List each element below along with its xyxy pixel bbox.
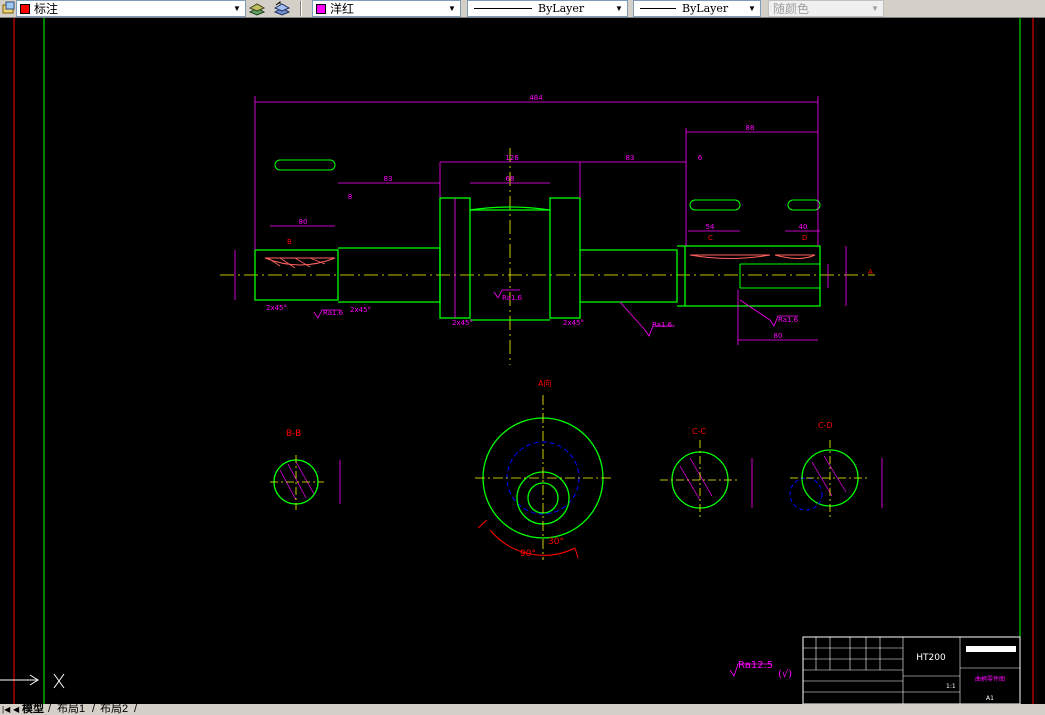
roughness-label-4: Ra1.6 <box>778 316 799 324</box>
section-cc-view: C-C <box>660 427 753 520</box>
roughness-label-3: Ra1.6 <box>652 321 673 329</box>
linetype-preview <box>474 8 532 9</box>
dim-gap-right: 6 <box>698 154 703 162</box>
roughness-label-2: Ra1.6 <box>502 294 523 302</box>
dim-seg-right: 83 <box>626 154 635 162</box>
ucs-icon <box>0 673 65 689</box>
view-marker-a: A <box>868 268 873 276</box>
dim-key-right-2: 40 <box>799 223 808 231</box>
chevron-down-icon: ▼ <box>871 4 879 13</box>
dim-gap-left: 8 <box>348 193 352 201</box>
title-block: HT200 曲柄零件图 A1 1:1 <box>802 636 1021 704</box>
drawing-canvas[interactable]: 484 88 126 68 83 83 8 6 80 54 40 80 2x45… <box>0 18 1045 704</box>
section-cd-view: C-D <box>789 421 883 518</box>
tab-layout2[interactable]: 布局2 <box>100 704 128 715</box>
dim-bottom-right: 80 <box>774 332 783 340</box>
tab-layout1[interactable]: 布局1 <box>57 704 85 715</box>
tab-sep: / <box>48 703 52 715</box>
section-marker-d: D <box>802 234 807 242</box>
lineweight-dropdown[interactable]: ByLayer ▼ <box>633 0 761 17</box>
view-a: A向 90° 30° <box>475 378 612 560</box>
angle-90-label: 90° <box>520 549 536 559</box>
lineweight-preview <box>640 8 676 9</box>
linetype-name: ByLayer <box>538 2 585 15</box>
layer-state-icon[interactable] <box>1 1 17 16</box>
layer-color-swatch <box>20 3 30 14</box>
section-marker-b: B <box>287 238 292 246</box>
chamfer-label-4: 2x45° <box>563 319 584 327</box>
section-bb-view: B-B <box>270 429 341 510</box>
layer-name: 标注 <box>34 2 59 16</box>
tab-prev-icon[interactable]: ◀ <box>13 704 19 715</box>
title-material: HT200 <box>916 653 946 663</box>
title-scale: 1:1 <box>946 683 956 690</box>
general-roughness-paren: (√) <box>778 669 792 680</box>
title-part-name: 曲柄零件图 <box>975 675 1005 683</box>
chevron-down-icon[interactable]: ▼ <box>231 2 243 15</box>
chevron-down-icon[interactable]: ▼ <box>613 2 625 15</box>
angle-30-label: 30° <box>548 537 564 547</box>
make-current-layer-icon[interactable] <box>248 1 266 16</box>
section-marker-c: C <box>708 234 713 242</box>
dim-total: 484 <box>529 94 543 102</box>
linetype-dropdown[interactable]: ByLayer ▼ <box>467 0 628 17</box>
chamfer-label-3: 2x45° <box>452 319 473 327</box>
color-dropdown[interactable]: 洋红 ▼ <box>312 0 461 17</box>
chevron-down-icon[interactable]: ▼ <box>446 2 458 15</box>
tab-model[interactable]: 模型 <box>22 704 44 715</box>
dim-right-total: 88 <box>746 124 755 132</box>
color-swatch <box>316 3 326 14</box>
dim-key-right-1: 54 <box>706 223 715 231</box>
layer-previous-icon[interactable] <box>273 1 291 16</box>
layout-tabs: |◀ ◀ 模型 / 布局1 / 布局2 / <box>0 704 1045 715</box>
general-roughness-value: Ra12.5 <box>738 660 773 671</box>
crankshaft-front-view: 484 88 126 68 83 83 8 6 80 54 40 80 2x45… <box>220 94 875 365</box>
tab-first-icon[interactable]: |◀ <box>2 704 10 715</box>
properties-toolbar: 标注 ▼ 洋红 ▼ ByLayer ▼ ByLayer ▼ 随颜色 ▼ <box>0 0 1045 18</box>
plotstyle-name: 随颜色 <box>773 2 810 16</box>
general-roughness-note: Ra12.5 (√) <box>729 660 792 680</box>
view-a-title: A向 <box>538 378 551 388</box>
dim-crank-inner: 68 <box>506 175 515 183</box>
lineweight-name: ByLayer <box>682 2 729 15</box>
section-title-bb: B-B <box>286 429 301 439</box>
tab-sep: / <box>92 703 96 715</box>
dim-key-left: 80 <box>299 218 308 226</box>
chevron-down-icon[interactable]: ▼ <box>746 2 758 15</box>
tab-sep: / <box>134 703 138 715</box>
layer-dropdown[interactable]: 标注 ▼ <box>16 0 246 17</box>
section-title-cd: C-D <box>818 421 833 430</box>
dim-crank-width: 126 <box>505 154 519 162</box>
plotstyle-dropdown: 随颜色 ▼ <box>768 0 884 17</box>
title-sheet-size: A1 <box>986 695 994 702</box>
chamfer-label-2: 2x45° <box>350 306 371 314</box>
section-title-cc: C-C <box>692 427 706 436</box>
dim-seg-left: 83 <box>384 175 393 183</box>
chamfer-label-1: 2x45° <box>266 304 287 312</box>
color-name: 洋红 <box>330 2 355 16</box>
